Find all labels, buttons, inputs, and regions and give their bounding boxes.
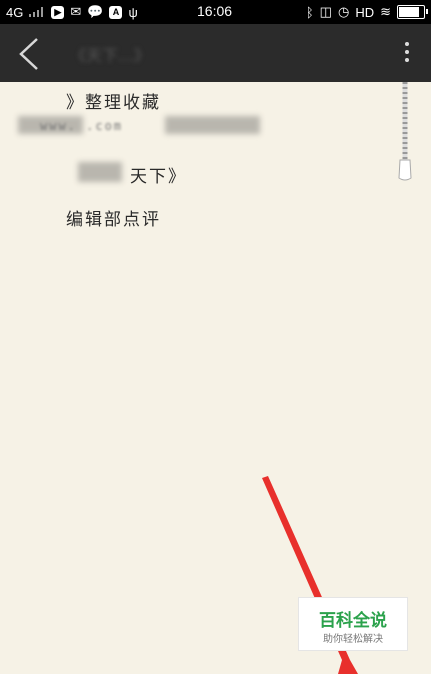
rope-icon (398, 82, 412, 181)
signal-icon (29, 7, 45, 17)
redacted-block (165, 116, 260, 134)
chevron-left-icon (19, 38, 38, 70)
message-icon: 💬 (87, 4, 104, 19)
status-right: ᛒ ◫ ◷ HD ≋ (305, 4, 428, 20)
silent-icon: ◫ (319, 4, 332, 19)
text-line-1: 》整理收藏 (66, 93, 161, 113)
status-left: 4G ▶ ✉ 💬 A ψ (6, 4, 138, 20)
more-dot-icon (405, 58, 409, 62)
network-label: 4G (6, 4, 24, 20)
alarm-icon: ◷ (337, 4, 350, 19)
bluetooth-icon: ᛒ (305, 4, 314, 20)
redacted-block (78, 162, 122, 182)
hd-label: HD (355, 4, 375, 20)
watermark-logo: 百科全说 助你轻松解决 (298, 597, 408, 651)
status-bar: 4G ▶ ✉ 💬 A ψ 16:06 ᛒ ◫ ◷ HD ≋ (0, 0, 431, 24)
text-line-2: www. .com (40, 119, 124, 133)
book-title: 《天下…》 (70, 46, 151, 65)
more-dot-icon (405, 50, 409, 54)
a-app-icon: A (109, 5, 123, 19)
wifi-icon: ≋ (380, 4, 391, 19)
usb-icon: ψ (128, 4, 138, 20)
text-line-4: 编辑部点评 (66, 210, 161, 230)
more-dot-icon (405, 42, 409, 46)
clock: 16:06 (197, 3, 233, 19)
watermark-subtitle: 助你轻松解决 (323, 634, 383, 645)
pull-rope-handle[interactable] (398, 82, 412, 182)
back-button[interactable] (10, 34, 50, 74)
battery-icon (397, 5, 428, 19)
wechat-icon: ✉ (70, 4, 82, 19)
reading-page[interactable]: 》整理收藏 www. .com 天下》 编辑部点评 (0, 82, 431, 674)
more-menu-button[interactable] (403, 38, 411, 68)
watermark-title: 百科全说 (319, 611, 387, 631)
reader-toolbar: 《天下…》 (0, 24, 431, 82)
text-line-3: 天下》 (130, 167, 187, 187)
play-app-icon: ▶ (51, 5, 65, 19)
